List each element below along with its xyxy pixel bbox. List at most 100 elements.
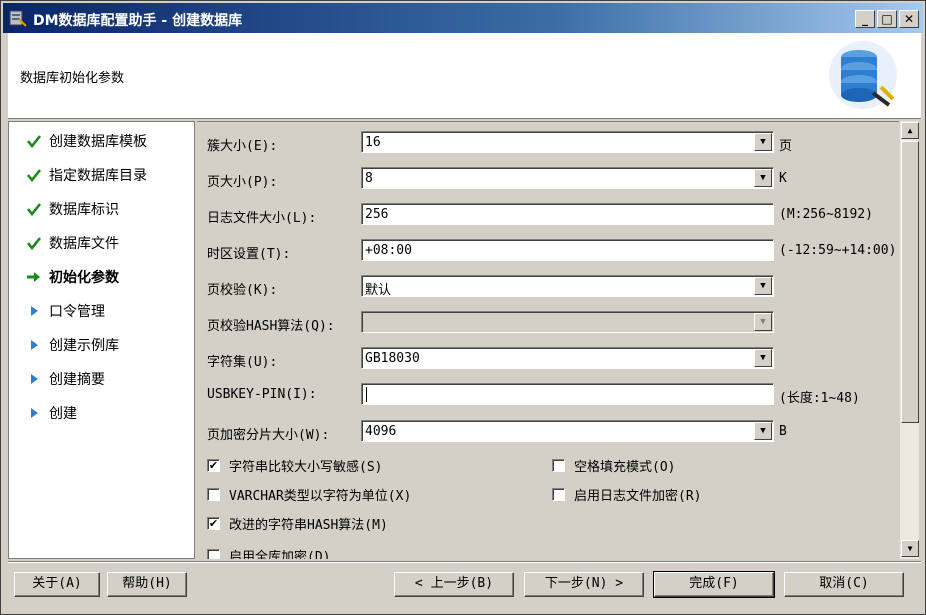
- time-zone-input[interactable]: +08:00: [361, 239, 774, 261]
- nav-step-item: 创建数据库模板: [25, 130, 147, 152]
- page-check-label: 页校验(K):: [207, 283, 278, 298]
- nav-step-label: 口令管理: [49, 304, 105, 320]
- page-size-select[interactable]: 8 ▼: [361, 167, 774, 189]
- nav-step-label: 创建: [49, 406, 77, 422]
- encrypt-slice-unit: B: [779, 424, 787, 439]
- triangle-right-icon: [25, 302, 43, 320]
- option-checkbox[interactable]: 空格填充模式(O): [552, 455, 675, 475]
- checkbox-unchecked-icon[interactable]: [207, 487, 220, 501]
- checkbox-unchecked-icon[interactable]: [552, 487, 565, 501]
- nav-step-label: 创建示例库: [49, 338, 119, 354]
- step-subtitle: 数据库初始化参数: [20, 71, 125, 86]
- time-zone-value: +08:00: [365, 243, 412, 258]
- option-checkbox[interactable]: 启用日志文件加密(R): [552, 484, 701, 504]
- title-bar: DM数据库配置助手 - 创建数据库 _ □ ✕: [3, 3, 923, 33]
- chevron-down-icon[interactable]: ▼: [754, 422, 772, 440]
- encrypt-slice-value: 4096: [365, 424, 397, 439]
- page-check-row: 页校验(K): 默认 ▼: [207, 275, 897, 299]
- nav-step-item: 创建示例库: [25, 334, 119, 356]
- wizard-window: DM数据库配置助手 - 创建数据库 _ □ ✕ 数据库初始化参数 创建数据库模板…: [0, 0, 926, 615]
- time-zone-label: 时区设置(T):: [207, 247, 291, 262]
- text-caret: [366, 387, 367, 402]
- charset-label: 字符集(U):: [207, 355, 278, 370]
- option-checkbox[interactable]: 启用全库加密(D): [207, 545, 330, 559]
- page-check-select[interactable]: 默认 ▼: [361, 275, 774, 298]
- checkbox-label: 空格填充模式(O): [574, 459, 676, 475]
- encrypt-slice-select[interactable]: 4096 ▼: [361, 420, 774, 442]
- extent-size-value: 16: [365, 135, 381, 150]
- about-button[interactable]: 关于(A): [14, 572, 100, 597]
- scroll-thumb[interactable]: [901, 141, 919, 423]
- checkbox-checked-icon[interactable]: ✔: [207, 516, 220, 530]
- prev-button[interactable]: < 上一步(B): [394, 572, 514, 597]
- usbkey-pin-range: (长度:1~48): [779, 391, 860, 406]
- checkmark-icon: [25, 166, 43, 184]
- steps-sidebar: 创建数据库模板指定数据库目录数据库标识数据库文件初始化参数口令管理创建示例库创建…: [8, 121, 195, 559]
- nav-step-label: 数据库文件: [49, 236, 119, 252]
- minimize-button[interactable]: _: [855, 10, 875, 28]
- page-size-unit: K: [779, 171, 787, 186]
- checkmark-icon: [25, 234, 43, 252]
- page-size-value: 8: [365, 171, 373, 186]
- usbkey-pin-input[interactable]: [361, 383, 774, 405]
- triangle-right-icon: [25, 370, 43, 388]
- nav-step-item: 初始化参数: [25, 266, 119, 288]
- cancel-button[interactable]: 取消(C): [784, 572, 904, 597]
- checkbox-checked-icon[interactable]: ✔: [207, 458, 220, 472]
- charset-row: 字符集(U): GB18030 ▼: [207, 347, 897, 371]
- option-checkbox[interactable]: ✔ 字符串比较大小写敏感(S): [207, 455, 382, 475]
- page-size-label: 页大小(P):: [207, 175, 278, 190]
- charset-value: GB18030: [365, 351, 420, 366]
- checkbox-label: 改进的字符串HASH算法(M): [229, 517, 388, 533]
- arrow-right-icon: [25, 268, 43, 286]
- nav-step-item: 数据库标识: [25, 198, 119, 220]
- page-size-row: 页大小(P): 8 ▼ K: [207, 167, 897, 191]
- checkbox-unchecked-icon[interactable]: [207, 548, 220, 559]
- page-check-hash-label: 页校验HASH算法(Q):: [207, 319, 335, 334]
- option-checkbox[interactable]: VARCHAR类型以字符为单位(X): [207, 484, 411, 504]
- vertical-scrollbar[interactable]: ▲ ▼: [899, 121, 919, 559]
- footer-divider: [8, 561, 921, 563]
- init-params-panel: 簇大小(E): 16 ▼ 页 页大小(P): 8 ▼ K 日志文件大小(L): …: [197, 121, 899, 559]
- close-button[interactable]: ✕: [899, 10, 919, 28]
- chevron-down-icon: ▼: [754, 313, 772, 331]
- checkbox-label: 启用全库加密(D): [229, 549, 331, 560]
- usbkey-pin-label: USBKEY-PIN(I):: [207, 387, 317, 402]
- scroll-down-icon[interactable]: ▼: [901, 540, 919, 557]
- chevron-down-icon[interactable]: ▼: [754, 133, 772, 151]
- time-zone-range: (-12:59~+14:00): [779, 243, 897, 258]
- option-checkbox[interactable]: ✔ 改进的字符串HASH算法(M): [207, 513, 388, 533]
- window-title: DM数据库配置助手 - 创建数据库: [33, 13, 243, 29]
- time-zone-row: 时区设置(T): +08:00 (-12:59~+14:00): [207, 239, 897, 263]
- usbkey-pin-row: USBKEY-PIN(I): (长度:1~48): [207, 383, 897, 407]
- scroll-up-icon[interactable]: ▲: [901, 122, 919, 139]
- checkbox-label: 字符串比较大小写敏感(S): [229, 459, 383, 475]
- nav-step-item: 指定数据库目录: [25, 164, 147, 186]
- log-file-size-range: (M:256~8192): [779, 207, 873, 222]
- nav-step-item: 创建摘要: [25, 368, 105, 390]
- page-check-hash-select: ▼: [361, 311, 774, 333]
- extent-size-label: 簇大小(E):: [207, 139, 278, 154]
- triangle-right-icon: [25, 336, 43, 354]
- chevron-down-icon[interactable]: ▼: [754, 169, 772, 187]
- next-button[interactable]: 下一步(N) >: [524, 572, 644, 597]
- database-config-icon: [829, 41, 897, 109]
- chevron-down-icon[interactable]: ▼: [754, 277, 772, 295]
- finish-button[interactable]: 完成(F): [653, 571, 775, 598]
- log-file-size-input[interactable]: 256: [361, 203, 774, 225]
- nav-step-item: 创建: [25, 402, 77, 424]
- extent-size-select[interactable]: 16 ▼: [361, 131, 774, 153]
- encrypt-slice-label: 页加密分片大小(W):: [207, 428, 330, 443]
- checkmark-icon: [25, 200, 43, 218]
- charset-select[interactable]: GB18030 ▼: [361, 347, 774, 369]
- checkbox-unchecked-icon[interactable]: [552, 458, 565, 472]
- nav-step-item: 数据库文件: [25, 232, 119, 254]
- wizard-header: 数据库初始化参数: [8, 33, 921, 119]
- maximize-button[interactable]: □: [877, 10, 897, 28]
- extent-size-row: 簇大小(E): 16 ▼ 页: [207, 131, 897, 155]
- chevron-down-icon[interactable]: ▼: [754, 349, 772, 367]
- nav-step-label: 初始化参数: [49, 270, 119, 286]
- triangle-right-icon: [25, 404, 43, 422]
- nav-step-label: 指定数据库目录: [49, 168, 147, 184]
- help-button[interactable]: 帮助(H): [107, 572, 187, 597]
